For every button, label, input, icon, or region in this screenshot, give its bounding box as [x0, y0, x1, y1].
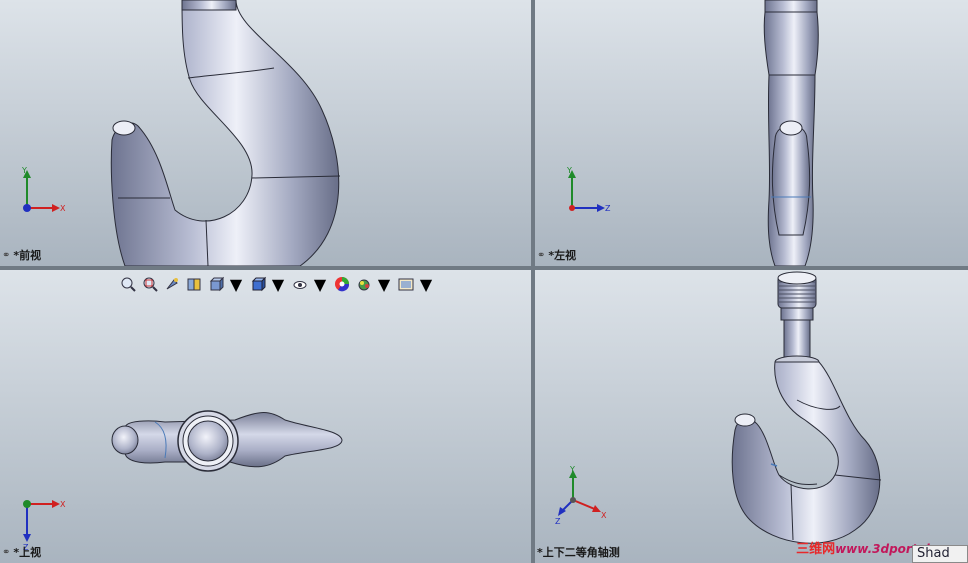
view-label-isometric: *上下二等角轴测	[537, 544, 620, 560]
watermark-text: 三维网	[796, 542, 836, 557]
viewport-left[interactable]: Y Z ⚭ *左视	[535, 0, 968, 266]
triad-top: X Z	[23, 500, 66, 552]
link-views-icon: ⚭	[2, 546, 11, 558]
viewport-top[interactable]: ▼ ▼ ▼ ▼ ▼ X Z ⚭ *上视	[0, 270, 531, 563]
triad-left: Y Z	[566, 166, 611, 213]
triad-z-label: Z	[555, 517, 561, 526]
hook-model-left[interactable]	[535, 0, 968, 266]
triad-y-label: Y	[569, 466, 575, 474]
triad-x-label: X	[60, 500, 66, 509]
triad-x-label: X	[60, 204, 66, 213]
view-name: *左视	[548, 249, 577, 262]
link-views-icon: ⚭	[2, 249, 11, 261]
view-label-left: ⚭ *左视	[537, 247, 576, 263]
triad-y-label: Y	[21, 166, 27, 175]
triad-front: Y X	[21, 166, 66, 213]
link-views-icon: ⚭	[537, 249, 546, 261]
display-mode-tab[interactable]: Shad	[912, 545, 968, 563]
view-name: *前视	[13, 249, 42, 262]
view-label-top: ⚭ *上视	[2, 544, 41, 560]
hook-model-front[interactable]	[0, 0, 531, 266]
triad-z-label: Z	[605, 204, 611, 213]
triad-x-label: X	[601, 511, 607, 520]
hook-model-top[interactable]	[0, 270, 531, 563]
view-label-front: ⚭ *前视	[2, 247, 41, 263]
view-name: *上下二等角轴测	[537, 546, 620, 559]
triad-y-label: Y	[566, 166, 572, 175]
view-name: *上视	[13, 546, 42, 559]
viewport-front[interactable]: Y X ⚭ *前视	[0, 0, 531, 266]
triad-isometric: Y X Z	[555, 466, 607, 526]
viewport-isometric[interactable]: Y X Z *上下二等角轴测 三维网www.3dportal.cn Shad	[535, 270, 968, 563]
